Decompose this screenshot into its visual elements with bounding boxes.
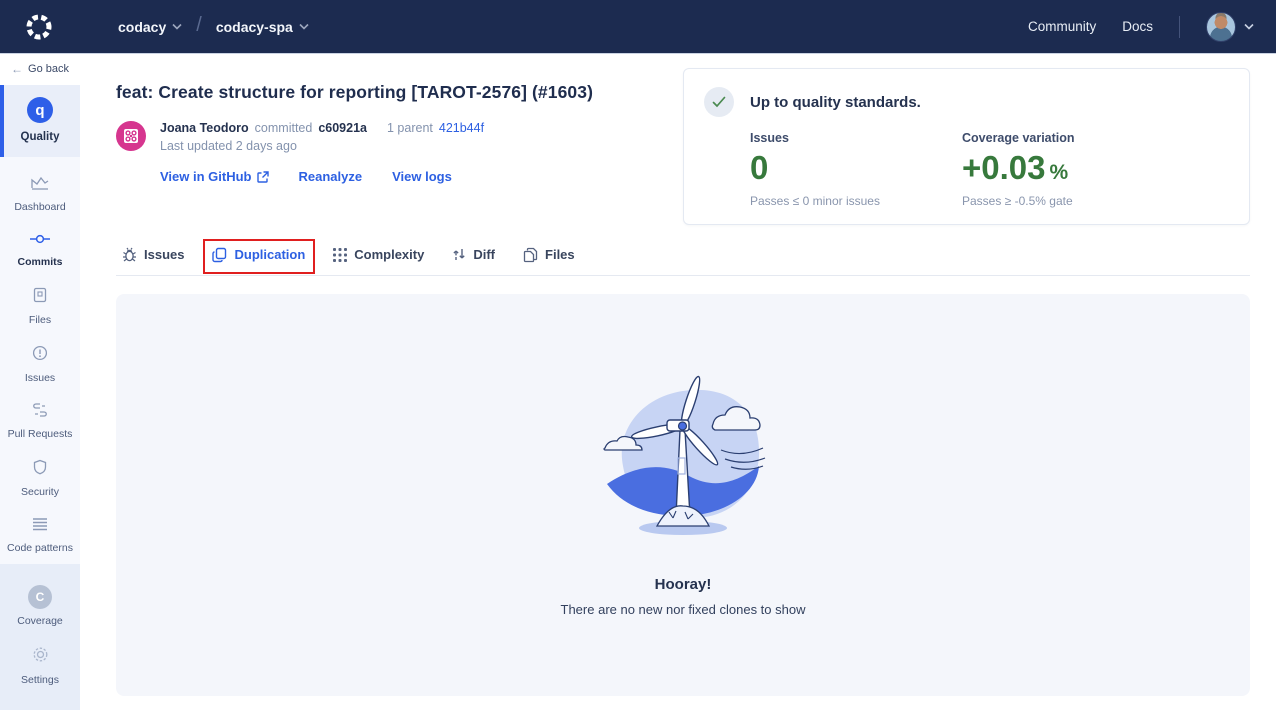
chevron-down-icon bbox=[299, 23, 309, 30]
chevron-down-icon bbox=[1244, 23, 1254, 30]
sidebar-item-commits[interactable]: Commits bbox=[0, 223, 80, 278]
commit-tabs: Issues Duplication Complexity Diff bbox=[116, 247, 1250, 276]
org-selector[interactable]: codacy bbox=[118, 19, 182, 35]
external-link-icon bbox=[257, 171, 269, 183]
files-icon bbox=[523, 247, 538, 263]
tab-diff[interactable]: Diff bbox=[452, 247, 495, 263]
metric-unit: % bbox=[1050, 161, 1069, 184]
metric-coverage-variation: Coverage variation +0.03% Passes ≥ -0.5%… bbox=[962, 131, 1075, 208]
metric-gate: Passes ≥ -0.5% gate bbox=[962, 194, 1075, 208]
tab-label: Duplication bbox=[234, 247, 305, 262]
commit-sha: c60921a bbox=[318, 121, 367, 135]
breadcrumb-separator: / bbox=[196, 14, 202, 37]
sidebar-item-label: Dashboard bbox=[2, 201, 78, 213]
coverage-icon: C bbox=[28, 585, 52, 609]
metric-value: 0 bbox=[750, 151, 900, 186]
metric-label: Coverage variation bbox=[962, 131, 1075, 145]
tab-duplication[interactable]: Duplication bbox=[212, 247, 305, 263]
sidebar-item-label: Pull Requests bbox=[2, 428, 78, 440]
tab-label: Complexity bbox=[354, 247, 424, 262]
diff-icon bbox=[452, 247, 466, 262]
parent-sha-link[interactable]: 421b44f bbox=[439, 121, 484, 135]
sidebar-item-label: Files bbox=[2, 314, 78, 326]
view-in-github-link[interactable]: View in GitHub bbox=[160, 169, 269, 184]
tab-label: Issues bbox=[144, 247, 184, 262]
tab-label: Diff bbox=[473, 247, 495, 262]
community-link[interactable]: Community bbox=[1028, 19, 1096, 34]
check-icon bbox=[704, 87, 734, 117]
metric-label: Issues bbox=[750, 131, 900, 145]
tab-issues[interactable]: Issues bbox=[122, 247, 184, 263]
last-updated: Last updated 2 days ago bbox=[160, 139, 484, 153]
user-avatar bbox=[1206, 12, 1236, 42]
sidebar-item-label: Code patterns bbox=[2, 542, 78, 554]
sidebar-item-security[interactable]: Security bbox=[0, 450, 80, 508]
sidebar-item-pull-requests[interactable]: Pull Requests bbox=[0, 394, 80, 450]
main-content: feat: Create structure for reporting [TA… bbox=[80, 53, 1276, 710]
empty-state-title: Hooray! bbox=[655, 576, 712, 593]
sidebar-item-code-patterns[interactable]: Code patterns bbox=[0, 508, 80, 564]
metric-issues: Issues 0 Passes ≤ 0 minor issues bbox=[750, 131, 900, 208]
commit-meta-row: Joana Teodoro committed c60921a 1 parent… bbox=[116, 121, 683, 153]
dashboard-icon bbox=[31, 176, 49, 190]
repo-selector[interactable]: codacy-spa bbox=[216, 19, 309, 35]
file-icon bbox=[33, 287, 47, 303]
pull-request-icon bbox=[31, 403, 49, 417]
sidebar-item-label: Issues bbox=[2, 372, 78, 384]
gear-icon bbox=[32, 646, 49, 663]
sidebar-item-label: Coverage bbox=[2, 615, 78, 627]
metric-gate: Passes ≤ 0 minor issues bbox=[750, 194, 900, 208]
sidebar-bottom-section: C Coverage Settings bbox=[0, 564, 80, 710]
docs-link[interactable]: Docs bbox=[1122, 19, 1153, 34]
code-patterns-icon bbox=[32, 517, 48, 531]
sidebar-item-label: Settings bbox=[2, 674, 78, 686]
top-navbar: codacy / codacy-spa Community Docs bbox=[0, 0, 1276, 53]
quality-label: Quality bbox=[0, 131, 80, 143]
go-back-button[interactable]: ← Go back bbox=[0, 53, 80, 85]
sidebar-item-dashboard[interactable]: Dashboard bbox=[0, 167, 80, 223]
issue-icon bbox=[32, 345, 48, 361]
shield-icon bbox=[33, 459, 47, 475]
committed-label: committed bbox=[255, 121, 313, 135]
committer-identicon bbox=[116, 121, 146, 151]
codacy-logo[interactable] bbox=[22, 10, 56, 44]
grid-icon bbox=[333, 248, 347, 262]
sidebar-item-coverage[interactable]: C Coverage bbox=[0, 576, 80, 637]
tab-complexity[interactable]: Complexity bbox=[333, 247, 424, 263]
view-in-github-label: View in GitHub bbox=[160, 169, 252, 184]
codacy-commit-page: codacy / codacy-spa Community Docs ← Go … bbox=[0, 0, 1276, 710]
sidebar-item-settings[interactable]: Settings bbox=[0, 637, 80, 696]
chevron-down-icon bbox=[172, 23, 182, 30]
commit-icon bbox=[30, 233, 50, 245]
repo-name: codacy-spa bbox=[216, 19, 293, 35]
reanalyze-button[interactable]: Reanalyze bbox=[299, 169, 363, 184]
codacy-logo-icon bbox=[24, 12, 54, 42]
view-logs-link[interactable]: View logs bbox=[392, 169, 452, 184]
wind-turbine-illustration bbox=[585, 366, 781, 544]
metric-value: +0.03% bbox=[962, 151, 1075, 186]
quality-status-text: Up to quality standards. bbox=[750, 94, 921, 111]
parent-label: 1 parent bbox=[387, 121, 433, 135]
tab-files[interactable]: Files bbox=[523, 247, 575, 263]
bug-icon bbox=[122, 247, 137, 263]
quality-badge-icon: q bbox=[27, 97, 53, 123]
go-back-label: Go back bbox=[28, 63, 69, 75]
sidebar-item-issues[interactable]: Issues bbox=[0, 336, 80, 394]
org-name: codacy bbox=[118, 19, 166, 35]
back-arrow-icon: ← bbox=[11, 62, 23, 76]
navbar-divider bbox=[1179, 16, 1180, 38]
page-title: feat: Create structure for reporting [TA… bbox=[116, 82, 683, 103]
user-menu[interactable] bbox=[1206, 12, 1254, 42]
sidebar-item-label: Commits bbox=[2, 256, 78, 268]
clone-icon bbox=[212, 247, 227, 263]
sidebar-item-files[interactable]: Files bbox=[0, 278, 80, 336]
sidebar-section-quality[interactable]: q Quality bbox=[0, 85, 80, 157]
quality-standards-card: Up to quality standards. Issues 0 Passes… bbox=[683, 68, 1250, 225]
duplication-empty-panel: Hooray! There are no new nor fixed clone… bbox=[116, 294, 1250, 696]
sidebar-item-label: Security bbox=[2, 486, 78, 498]
committer-name: Joana Teodoro bbox=[160, 121, 249, 135]
tab-label: Files bbox=[545, 247, 575, 262]
left-sidebar: ← Go back q Quality Dashboard Commits Fi… bbox=[0, 53, 80, 710]
empty-state-message: There are no new nor fixed clones to sho… bbox=[561, 602, 806, 617]
